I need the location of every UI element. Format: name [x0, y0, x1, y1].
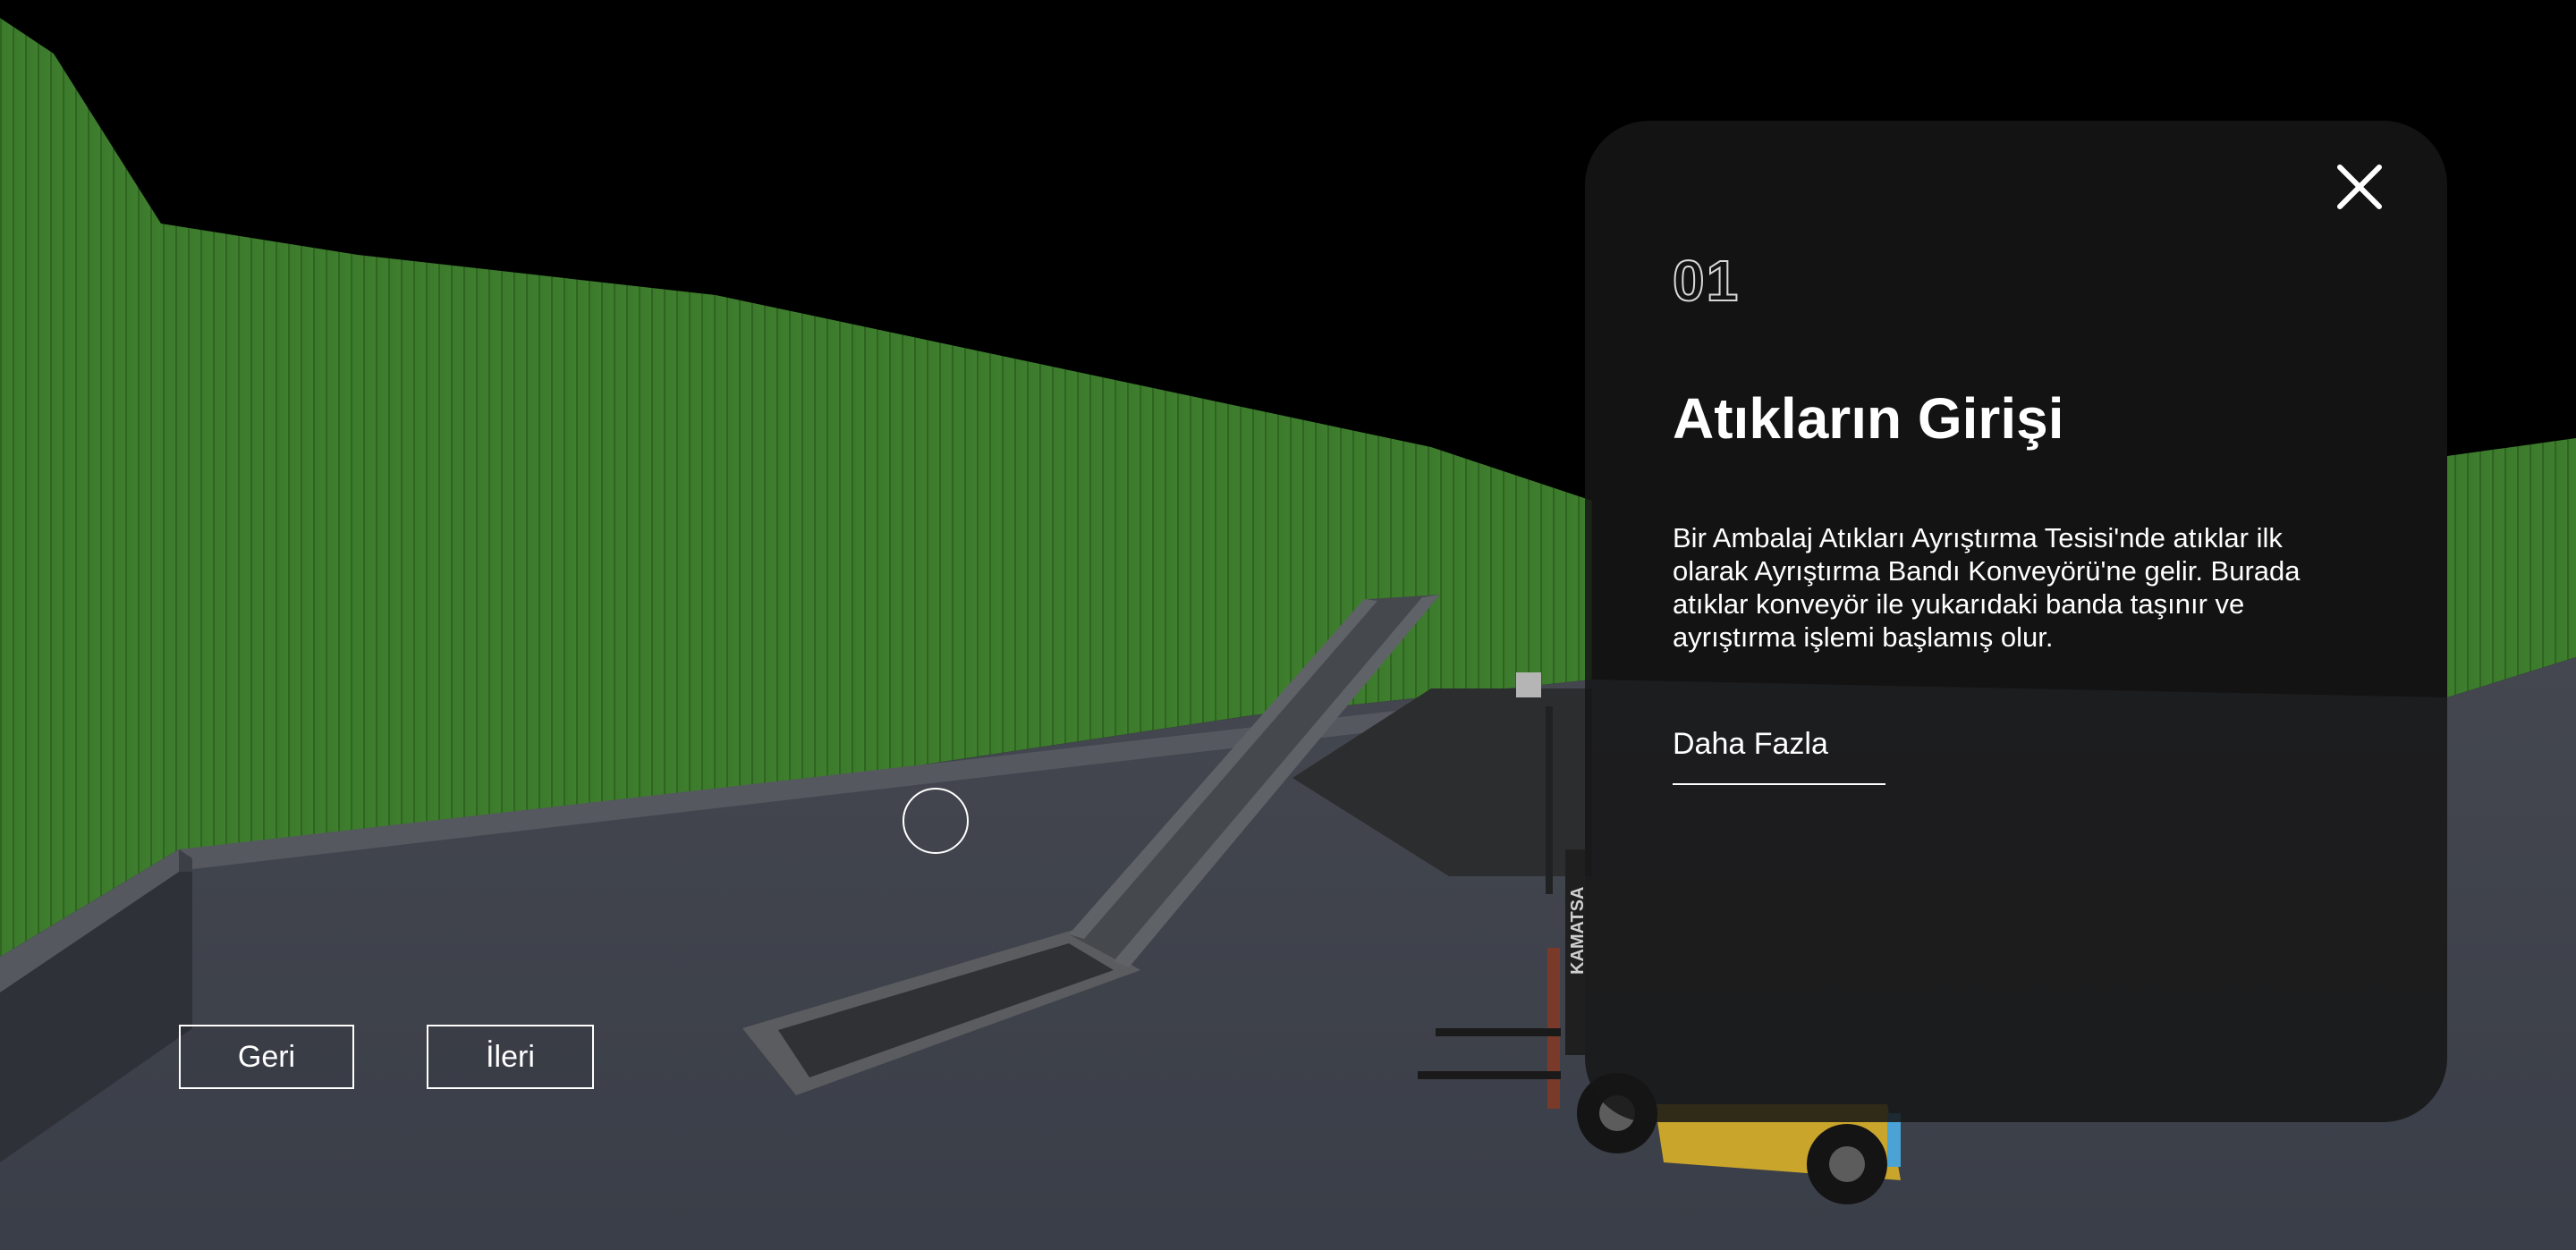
close-icon [2337, 165, 2382, 209]
fence-wall-right [2447, 438, 2576, 697]
panel-description: Bir Ambalaj Atıkları Ayrıştırma Tesisi'n… [1673, 522, 2301, 653]
back-button[interactable]: Geri [179, 1025, 354, 1089]
next-button[interactable]: İleri [427, 1025, 594, 1089]
focus-hotspot-marker[interactable] [902, 788, 969, 854]
close-button[interactable] [2326, 153, 2394, 221]
platform-box [1516, 672, 1541, 697]
platform-post [1546, 706, 1553, 894]
step-number: 01 [1672, 248, 1741, 314]
panel-title: Atıkların Girişi [1673, 386, 2064, 451]
info-panel: 01 Atıkların Girişi Bir Ambalaj Atıkları… [1585, 121, 2447, 1122]
more-link[interactable]: Daha Fazla [1673, 727, 1885, 785]
